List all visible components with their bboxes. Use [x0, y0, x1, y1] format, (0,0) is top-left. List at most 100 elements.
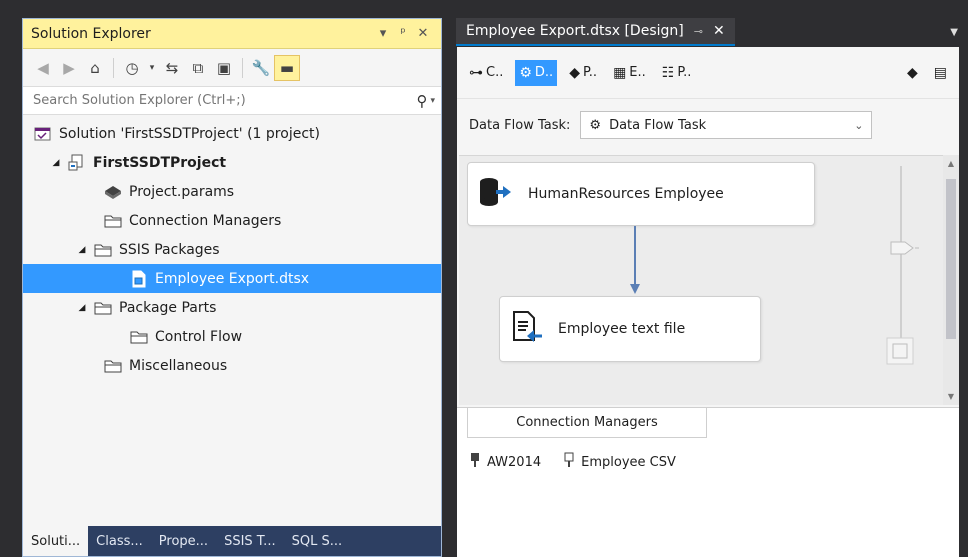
canvas-vertical-scrollbar[interactable]: ▲ ▼ [943, 155, 959, 405]
tree-item-label: Package Parts [119, 299, 217, 316]
connection-label: AW2014 [487, 454, 542, 470]
search-bar: ⚲ ▾ [23, 87, 441, 115]
parameters-icon: ◆ [569, 64, 580, 81]
expanded-arrow-icon[interactable]: ◢ [49, 158, 63, 168]
properties-wrench-icon[interactable]: 🔧 [249, 56, 273, 80]
sync-icon[interactable]: ⇆ [160, 56, 184, 80]
package-file-icon [129, 270, 149, 288]
document-tab-strip: Employee Export.dtsx [Design] ⊸ ✕ ▼ [456, 18, 968, 46]
data-flow-task-select[interactable]: ⚙ Data Flow Task ⌄ [580, 111, 873, 139]
document-tab-title: Employee Export.dtsx [Design] [466, 23, 684, 39]
solution-icon [33, 125, 53, 143]
collapse-all-icon[interactable]: ⧉ [186, 56, 210, 80]
tab-ssis-toolbox[interactable]: SSIS T... [216, 526, 284, 556]
solution-explorer-title: Solution Explorer [31, 25, 151, 42]
zoom-slider[interactable] [881, 162, 921, 372]
data-flow-task-bar: Data Flow Task: ⚙ Data Flow Task ⌄ [457, 99, 959, 151]
data-path-connector[interactable] [627, 226, 643, 296]
pin-tab-icon[interactable]: ⊸ [694, 25, 703, 38]
component-label: HumanResources Employee [528, 186, 724, 202]
solution-explorer-toolbar: ◀ ▶ ⌂ ◷ ▾ ⇆ ⧉ ▣ 🔧 ▬ [23, 49, 441, 87]
tree-item-label: FirstSSDTProject [93, 154, 227, 171]
data-flow-task-icon: ⚙ [589, 117, 602, 133]
connection-aw2014[interactable]: AW2014 [469, 452, 541, 472]
tab-label: C.. [486, 65, 504, 80]
toolbar-separator [242, 57, 243, 78]
tab-class-view[interactable]: Class... [88, 526, 151, 556]
data-flow-task-label: Data Flow Task: [469, 117, 571, 133]
search-input[interactable] [33, 93, 417, 108]
project-icon [67, 154, 87, 172]
folder-icon [103, 357, 123, 375]
tree-item-label: SSIS Packages [119, 241, 220, 258]
scroll-down-icon[interactable]: ▼ [943, 392, 959, 401]
tab-event-handlers[interactable]: ▦ E.. [609, 60, 650, 86]
tab-parameters[interactable]: ◆ P.. [565, 60, 601, 86]
pin-icon[interactable]: ᵖ [393, 26, 413, 41]
search-options-dropdown-icon[interactable]: ▾ [430, 96, 435, 106]
tree-item-connection-managers[interactable]: Connection Managers [23, 206, 441, 235]
dropdown-arrow-icon[interactable]: ▾ [146, 56, 158, 80]
data-flow-icon: ⚙ [519, 64, 532, 81]
event-handlers-icon: ▦ [613, 64, 627, 81]
home-icon[interactable]: ⌂ [83, 56, 107, 80]
tab-data-flow[interactable]: ⚙ D.. [515, 59, 558, 86]
tree-item-project-params[interactable]: Project.params [23, 177, 441, 206]
tab-label: D.. [534, 65, 554, 80]
pending-changes-filter-icon[interactable]: ◷ [120, 56, 144, 80]
component-label: Employee text file [558, 321, 686, 337]
solution-tree: Solution 'FirstSSDTProject' (1 project) … [23, 115, 441, 380]
search-icon[interactable]: ⚲ [416, 92, 427, 110]
close-icon[interactable]: ✕ [413, 26, 433, 41]
preview-selected-items-icon[interactable]: ▬ [274, 54, 300, 81]
expanded-arrow-icon[interactable]: ◢ [75, 245, 89, 255]
connection-managers-list: AW2014 Employee CSV [469, 452, 676, 472]
tab-solution-explorer[interactable]: Soluti... [23, 526, 89, 556]
toolbar-separator [113, 57, 114, 78]
show-all-files-icon[interactable]: ▣ [212, 56, 236, 80]
document-tab-employee-export[interactable]: Employee Export.dtsx [Design] ⊸ ✕ [456, 18, 735, 46]
variables-icon[interactable]: ◆ [903, 60, 922, 86]
solution-explorer-panel: Solution Explorer ▾ ᵖ ✕ ◀ ▶ ⌂ ◷ ▾ ⇆ ⧉ ▣ … [22, 18, 442, 557]
component-destination[interactable]: Employee text file [499, 296, 761, 362]
tree-item-miscellaneous[interactable]: Miscellaneous [23, 351, 441, 380]
tree-item-label: Project.params [129, 183, 235, 200]
tab-list-dropdown-icon[interactable]: ▼ [950, 27, 958, 38]
tree-item-project[interactable]: ◢ FirstSSDTProject [23, 148, 441, 177]
flat-file-destination-icon [510, 310, 544, 348]
forward-icon[interactable]: ▶ [57, 56, 81, 80]
tree-item-solution[interactable]: Solution 'FirstSSDTProject' (1 project) [23, 119, 441, 148]
scroll-up-icon[interactable]: ▲ [943, 159, 959, 168]
data-flow-canvas[interactable]: HumanResources Employee Employee text fi… [459, 155, 945, 405]
tree-item-employee-export-dtsx[interactable]: Employee Export.dtsx [23, 264, 441, 293]
tab-properties[interactable]: Prope... [151, 526, 216, 556]
ssis-toolbox-icon[interactable]: ▤ [930, 60, 951, 86]
expanded-arrow-icon[interactable]: ◢ [75, 303, 89, 313]
tree-item-label: Control Flow [155, 328, 243, 345]
component-source[interactable]: HumanResources Employee [467, 162, 815, 226]
package-designer: ⊶ C.. ⚙ D.. ◆ P.. ▦ E.. ☷ P.. ◆ ▤ Data F… [456, 46, 960, 557]
tab-label: P.. [582, 65, 598, 80]
connection-employee-csv[interactable]: Employee CSV [563, 452, 676, 472]
scrollbar-thumb[interactable] [946, 179, 956, 339]
connection-managers-area: Connection Managers AW2014 Employee CSV [457, 407, 959, 557]
tab-label: E.. [629, 65, 646, 80]
data-flow-task-value: Data Flow Task [609, 117, 707, 133]
folder-icon [103, 212, 123, 230]
package-explorer-icon: ☷ [661, 64, 675, 81]
solution-explorer-bottom-tabs: Soluti... Class... Prope... SSIS T... SQ… [23, 526, 441, 556]
tree-item-control-flow[interactable]: Control Flow [23, 322, 441, 351]
connection-managers-tab[interactable]: Connection Managers [467, 408, 707, 438]
solution-explorer-titlebar: Solution Explorer ▾ ᵖ ✕ [23, 19, 441, 49]
chevron-down-icon: ⌄ [854, 118, 864, 132]
close-tab-icon[interactable]: ✕ [713, 23, 725, 39]
designer-tabs-toolbar: ⊶ C.. ⚙ D.. ◆ P.. ▦ E.. ☷ P.. ◆ ▤ [457, 47, 959, 99]
window-position-dropdown-icon[interactable]: ▾ [373, 26, 393, 41]
tree-item-package-parts[interactable]: ◢ Package Parts [23, 293, 441, 322]
tab-label: P.. [677, 65, 692, 80]
tab-package-explorer[interactable]: ☷ P.. [658, 60, 696, 86]
tab-sql-server-object-explorer[interactable]: SQL S... [284, 526, 351, 556]
tab-control-flow[interactable]: ⊶ C.. [465, 60, 507, 86]
back-icon[interactable]: ◀ [31, 56, 55, 80]
tree-item-ssis-packages[interactable]: ◢ SSIS Packages [23, 235, 441, 264]
